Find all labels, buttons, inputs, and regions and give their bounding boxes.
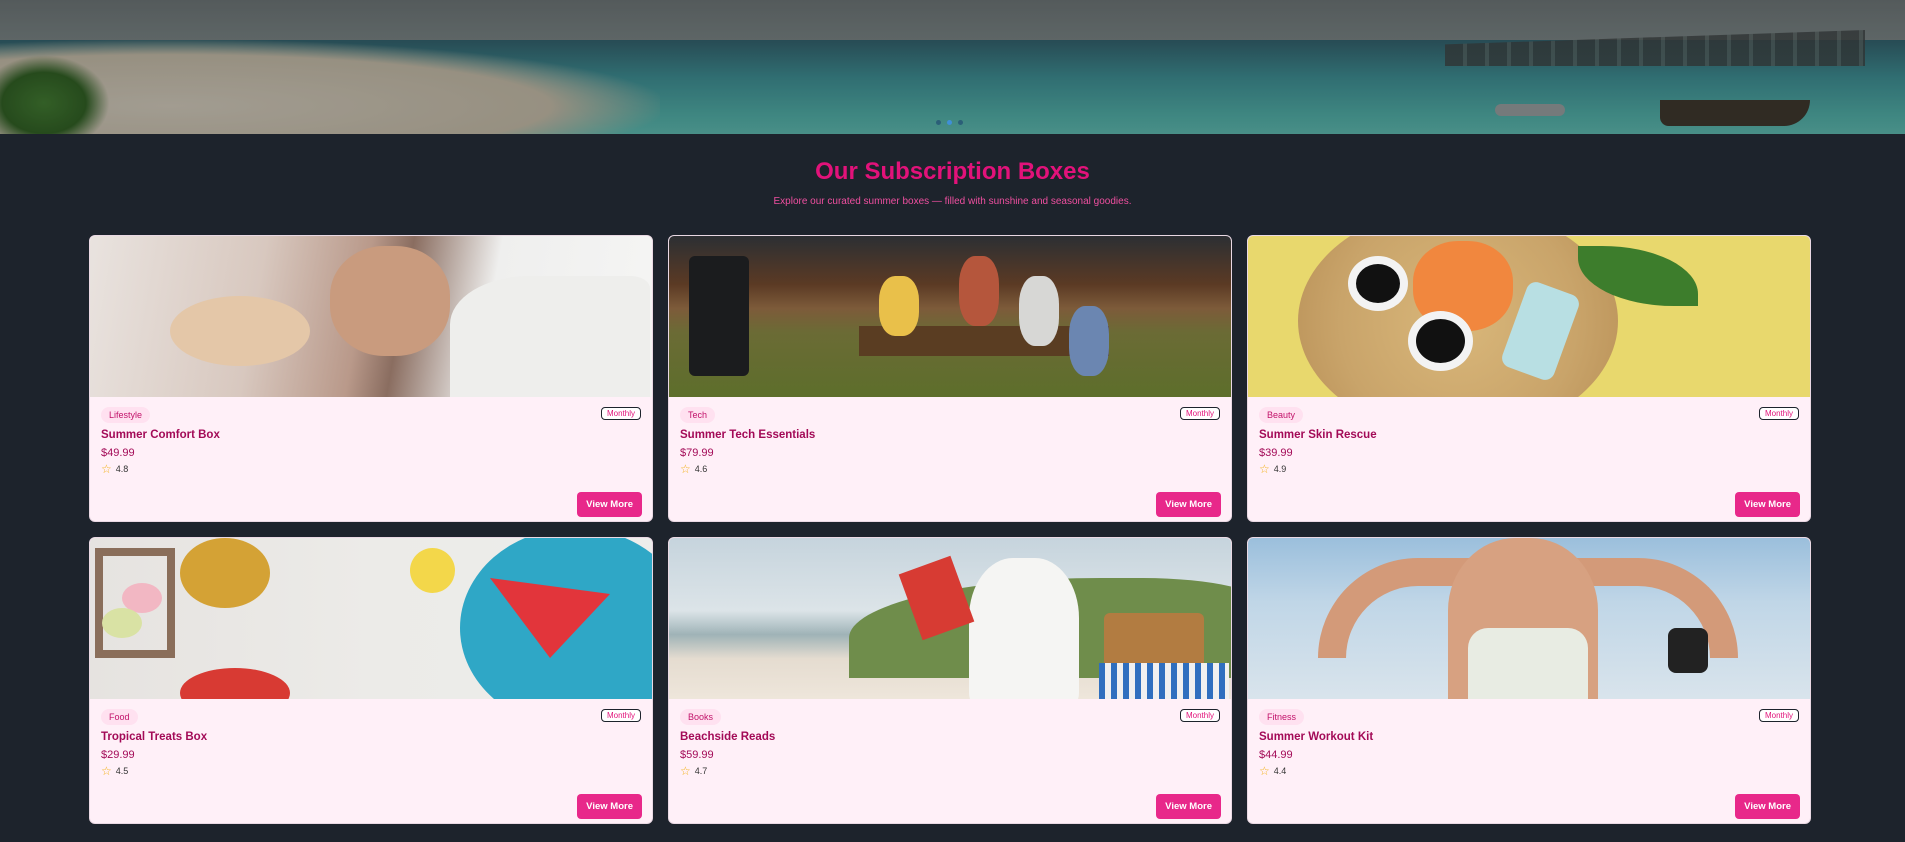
- rating: ☆ 4.8: [101, 463, 641, 475]
- category-badge: Books: [680, 709, 722, 725]
- view-more-button[interactable]: View More: [1156, 492, 1221, 517]
- star-icon: ☆: [101, 462, 112, 476]
- rating-value: 4.9: [1273, 464, 1287, 474]
- hero-carousel: [0, 0, 1905, 134]
- subscription-grid: Lifestyle Monthly Summer Comfort Box $49…: [89, 235, 1812, 824]
- hero-overlay: [0, 0, 1905, 134]
- card-image: [669, 236, 1231, 397]
- carousel-indicators: [936, 120, 963, 125]
- rating: ☆ 4.9: [1259, 463, 1799, 475]
- category-badge: Lifestyle: [101, 407, 151, 423]
- frequency-badge: Monthly: [1758, 709, 1799, 722]
- box-name: Summer Workout Kit: [1259, 731, 1374, 743]
- subscription-card: Tech Monthly Summer Tech Essentials $79.…: [668, 235, 1232, 522]
- frequency-badge: Monthly: [1179, 407, 1220, 420]
- view-more-button[interactable]: View More: [1735, 492, 1800, 517]
- card-image: [669, 538, 1231, 699]
- box-price: $39.99: [1259, 447, 1293, 459]
- frequency-badge: Monthly: [600, 407, 641, 420]
- frequency-badge: Monthly: [1179, 709, 1220, 722]
- rating: ☆ 4.6: [680, 463, 1220, 475]
- category-badge: Food: [101, 709, 138, 725]
- view-more-button[interactable]: View More: [1156, 794, 1221, 819]
- star-icon: ☆: [101, 764, 112, 778]
- box-name: Summer Tech Essentials: [680, 429, 816, 441]
- category-badge: Fitness: [1259, 709, 1305, 725]
- box-name: Summer Comfort Box: [101, 429, 220, 441]
- rating: ☆ 4.5: [101, 765, 641, 777]
- view-more-button[interactable]: View More: [1735, 794, 1800, 819]
- card-image: [90, 538, 652, 699]
- section-subtitle: Explore our curated summer boxes — fille…: [773, 196, 1132, 207]
- rating-value: 4.6: [694, 464, 708, 474]
- carousel-dot-1[interactable]: [936, 120, 941, 125]
- frequency-badge: Monthly: [1758, 407, 1799, 420]
- card-image: [1248, 236, 1810, 397]
- star-icon: ☆: [680, 462, 691, 476]
- box-name: Summer Skin Rescue: [1259, 429, 1377, 441]
- subscription-card: Beauty Monthly Summer Skin Rescue $39.99…: [1247, 235, 1811, 522]
- box-price: $29.99: [101, 749, 135, 761]
- frequency-badge: Monthly: [600, 709, 641, 722]
- view-more-button[interactable]: View More: [577, 492, 642, 517]
- box-price: $44.99: [1259, 749, 1293, 761]
- rating-value: 4.4: [1273, 766, 1287, 776]
- card-image: [90, 236, 652, 397]
- subscription-card: Books Monthly Beachside Reads $59.99 ☆ 4…: [668, 537, 1232, 824]
- box-name: Beachside Reads: [680, 731, 776, 743]
- box-name: Tropical Treats Box: [101, 731, 208, 743]
- subscription-card: Fitness Monthly Summer Workout Kit $44.9…: [1247, 537, 1811, 824]
- subscription-card: Food Monthly Tropical Treats Box $29.99 …: [89, 537, 653, 824]
- rating-value: 4.8: [115, 464, 129, 474]
- box-price: $79.99: [680, 447, 714, 459]
- rating-value: 4.7: [694, 766, 708, 776]
- card-image: [1248, 538, 1810, 699]
- rating: ☆ 4.4: [1259, 765, 1799, 777]
- box-price: $59.99: [680, 749, 714, 761]
- category-badge: Beauty: [1259, 407, 1304, 423]
- carousel-dot-3[interactable]: [958, 120, 963, 125]
- view-more-button[interactable]: View More: [577, 794, 642, 819]
- subscription-card: Lifestyle Monthly Summer Comfort Box $49…: [89, 235, 653, 522]
- rating: ☆ 4.7: [680, 765, 1220, 777]
- category-badge: Tech: [680, 407, 716, 423]
- box-price: $49.99: [101, 447, 135, 459]
- section-title: Our Subscription Boxes: [815, 158, 1090, 185]
- star-icon: ☆: [1259, 764, 1270, 778]
- star-icon: ☆: [680, 764, 691, 778]
- carousel-dot-2[interactable]: [947, 120, 952, 125]
- rating-value: 4.5: [115, 766, 129, 776]
- star-icon: ☆: [1259, 462, 1270, 476]
